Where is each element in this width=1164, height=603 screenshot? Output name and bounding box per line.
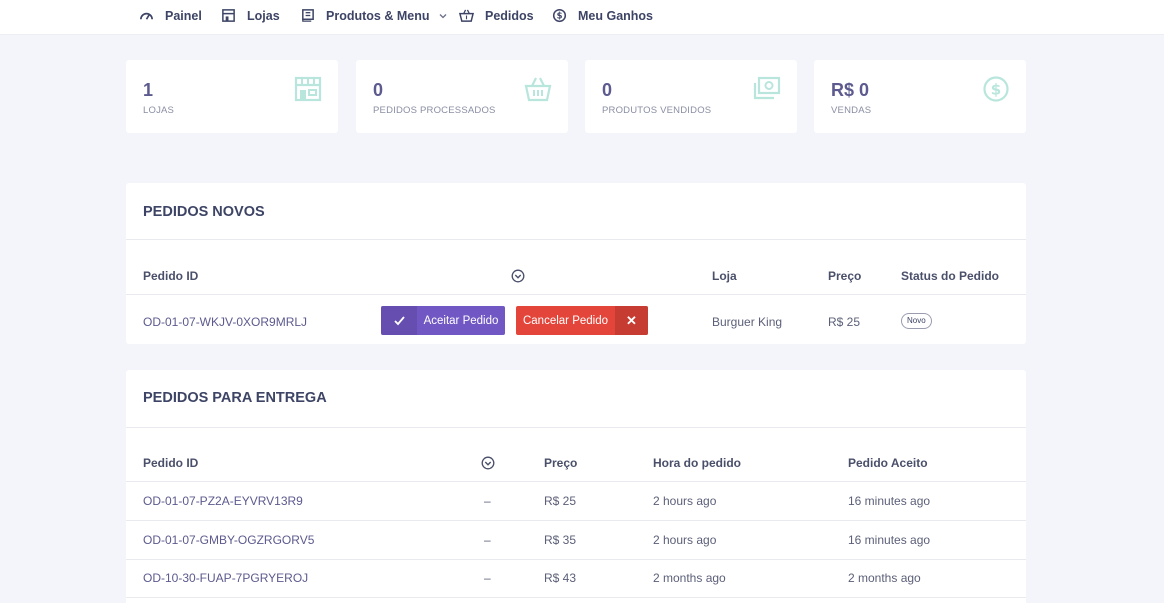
delivery-orders-panel: PEDIDOS PARA ENTREGA Pedido ID Preço Hor… [126, 370, 1026, 603]
store-icon [294, 76, 322, 102]
stat-value: R$ 0 [831, 80, 870, 100]
nav-label: Pedidos [485, 8, 534, 23]
column-header-loja: Loja [712, 269, 737, 283]
basket-icon [524, 77, 552, 102]
menu-book-icon [302, 9, 314, 22]
column-header-pedido-id: Pedido ID [143, 456, 199, 470]
nav-item-painel[interactable]: Painel [139, 0, 202, 31]
stat-label: VENDAS [831, 105, 872, 116]
dollar-circle-icon: $ [552, 8, 567, 23]
close-icon: ✕ [615, 306, 648, 335]
column-header-pedido-id: Pedido ID [143, 269, 199, 283]
sort-toggle-icon[interactable] [481, 456, 495, 470]
nav-label: Painel [165, 8, 202, 23]
accept-order-label: Aceitar Pedido [423, 314, 499, 327]
panel-title: PEDIDOS NOVOS [143, 204, 265, 220]
cancel-order-label: Cancelar Pedido [522, 314, 609, 327]
svg-text:$: $ [557, 11, 563, 21]
stat-card-pedidos-processados: 0 PEDIDOS PROCESSADOS [356, 60, 568, 133]
divider [126, 294, 1026, 295]
money-icon [753, 76, 781, 100]
column-header-hora-do-pedido: Hora do pedido [653, 456, 741, 470]
empty-cell: – [484, 494, 491, 508]
order-price: R$ 35 [544, 533, 577, 547]
order-price: R$ 43 [544, 571, 577, 585]
order-time: 2 months ago [653, 571, 726, 585]
divider [126, 481, 1026, 482]
top-navigation: Painel Lojas Produtos & Menu Pedidos $ M… [0, 0, 1164, 35]
accepted-time: 2 months ago [848, 571, 921, 585]
stat-label: LOJAS [143, 105, 175, 116]
accepted-time: 16 minutes ago [848, 494, 931, 508]
gauge-icon [140, 12, 153, 20]
stat-card-vendas: R$ 0 VENDAS $ [814, 60, 1026, 133]
dollar-circle-icon: $ [983, 76, 1009, 102]
column-header-status: Status do Pedido [901, 269, 1000, 283]
order-id-link[interactable]: OD-01-07-PZ2A-EYVRV13R9 [143, 494, 303, 508]
nav-label: Produtos & Menu [326, 8, 430, 23]
store-icon [222, 9, 235, 22]
nav-item-lojas[interactable]: Lojas [221, 0, 280, 31]
basket-icon [459, 9, 474, 22]
svg-text:$: $ [991, 81, 1001, 99]
check-icon [381, 306, 417, 335]
nav-item-meu-ganhos[interactable]: $ Meu Ganhos [552, 0, 653, 31]
nav-item-pedidos[interactable]: Pedidos [459, 0, 534, 31]
column-header-preco: Preço [544, 456, 578, 470]
panel-title: PEDIDOS PARA ENTREGA [143, 390, 327, 406]
divider [126, 427, 1026, 428]
order-time: 2 hours ago [653, 494, 717, 508]
stat-label: PEDIDOS PROCESSADOS [373, 105, 496, 116]
column-header-preco: Preço [828, 269, 862, 283]
column-header-pedido-aceito: Pedido Aceito [848, 456, 928, 470]
divider [126, 597, 1026, 598]
stat-label: PRODUTOS VENDIDOS [602, 105, 712, 116]
divider [126, 559, 1026, 560]
order-id-link[interactable]: OD-10-30-FUAP-7PGRYEROJ [143, 571, 308, 585]
order-price: R$ 25 [544, 494, 577, 508]
order-id-link[interactable]: OD-01-07-GMBY-OGZRGORV5 [143, 533, 314, 547]
nav-label: Lojas [247, 8, 280, 23]
accepted-time: 16 minutes ago [848, 533, 931, 547]
cancel-order-button[interactable]: Cancelar Pedido ✕ [516, 306, 648, 335]
nav-label: Meu Ganhos [578, 8, 654, 23]
stat-value: 0 [602, 80, 613, 100]
empty-cell: – [484, 533, 491, 547]
stat-value: 1 [143, 80, 154, 100]
chevron-down-icon [440, 13, 447, 18]
accept-order-button[interactable]: Aceitar Pedido [381, 306, 505, 335]
sort-toggle-icon[interactable] [511, 269, 525, 283]
order-time: 2 hours ago [653, 533, 717, 547]
stat-card-lojas: 1 LOJAS [126, 60, 338, 133]
nav-item-produtos-menu[interactable]: Produtos & Menu [300, 0, 448, 31]
stat-value: 0 [373, 80, 384, 100]
divider [126, 520, 1026, 521]
stat-card-produtos-vendidos: 0 PRODUTOS VENDIDOS [585, 60, 797, 133]
order-id-link[interactable]: OD-01-07-WKJV-0XOR9MRLJ [143, 315, 307, 329]
divider [126, 239, 1026, 240]
empty-cell: – [484, 571, 491, 585]
